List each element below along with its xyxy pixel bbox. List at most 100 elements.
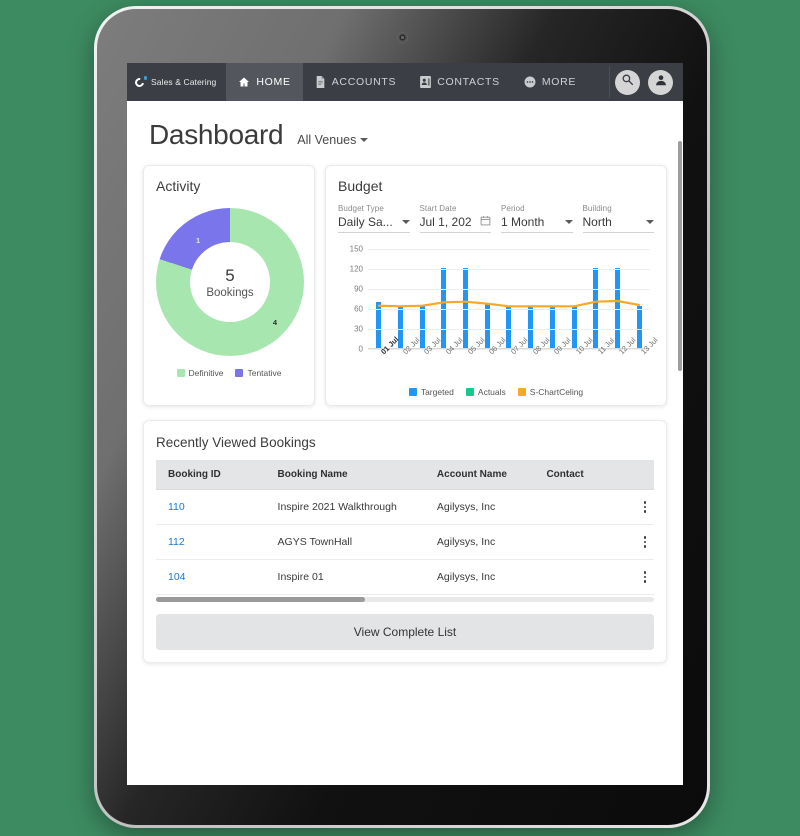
- chart-x-tick-cell: 08 Jul: [520, 336, 552, 369]
- chevron-down-icon: [564, 220, 573, 224]
- tablet-bezel: Sales & Catering HOME ACCOUNTS CONTACTS …: [97, 9, 707, 825]
- chart-x-tick-cell: 02 Jul: [390, 336, 422, 369]
- building-select[interactable]: North: [582, 215, 654, 233]
- building-filter: Building North: [582, 204, 654, 233]
- chart-x-tick-cell: 11 Jul: [585, 336, 616, 369]
- chart-gridline: [368, 329, 650, 330]
- budget-bar-chart: 0 30 60 90 120 150 01 Jul 02 Jul 03 Jul 04 Jul 05…: [338, 245, 660, 369]
- nav-item-home[interactable]: HOME: [226, 63, 303, 101]
- view-complete-list-button[interactable]: View Complete List: [156, 614, 654, 650]
- table-row[interactable]: 110 Inspire 2021 Walkthrough Agilysys, Inc: [156, 489, 654, 525]
- calendar-icon[interactable]: [480, 215, 491, 229]
- cell-actions: [624, 524, 654, 560]
- activity-card-title: Activity: [156, 178, 201, 194]
- chart-x-tick-cell: 01 Jul: [368, 335, 400, 369]
- more-circle-icon: [524, 76, 536, 88]
- bookings-table: Booking ID Booking Name Account Name Con…: [156, 460, 654, 595]
- cell-contact: [534, 489, 625, 525]
- chart-x-tick-cell: 13 Jul: [628, 336, 660, 369]
- column-header-account-name[interactable]: Account Name: [424, 460, 535, 490]
- column-header-booking-id[interactable]: Booking ID: [156, 460, 266, 490]
- cell-contact: [534, 524, 625, 560]
- start-date-value: Jul 1, 202: [419, 215, 472, 229]
- legend-item-definitive[interactable]: Definitive: [176, 368, 223, 378]
- page-scrollbar[interactable]: [678, 141, 682, 371]
- row-menu-icon[interactable]: [636, 571, 654, 583]
- chart-x-axis: 01 Jul 02 Jul 03 Jul 04 Jul 05 Jul 06 Jul 07 J…: [368, 335, 660, 369]
- budget-card: Budget Budget Type Daily Sa... Start Dat…: [325, 165, 667, 406]
- budget-filters: Budget Type Daily Sa... Start Date Jul 1…: [338, 204, 654, 233]
- contact-card-icon: [420, 76, 432, 88]
- nav-item-accounts-label: ACCOUNTS: [331, 76, 397, 88]
- nav-item-accounts[interactable]: ACCOUNTS: [303, 63, 409, 101]
- column-header-booking-name[interactable]: Booking Name: [265, 460, 425, 490]
- table-horizontal-scrollbar[interactable]: [156, 597, 654, 602]
- donut-center: 5 Bookings: [190, 242, 270, 322]
- chart-y-tick: 90: [354, 284, 363, 294]
- dashboard-cards-row: Activity 5 Bookings 1 4 Definitive Tenta…: [143, 165, 667, 406]
- cell-contact: [534, 559, 625, 595]
- app-logo[interactable]: Sales & Catering: [127, 63, 226, 101]
- period-select[interactable]: 1 Month: [501, 215, 573, 233]
- chart-legend-swatch: [408, 388, 417, 396]
- table-row[interactable]: 104 Inspire 01 Agilysys, Inc: [156, 559, 654, 595]
- row-menu-icon[interactable]: [636, 501, 654, 513]
- venue-filter-dropdown[interactable]: All Venues: [297, 133, 369, 147]
- start-date-input[interactable]: Jul 1, 202: [419, 215, 491, 233]
- chart-y-tick: 60: [354, 304, 363, 314]
- chevron-down-icon: [646, 220, 654, 224]
- page-title: Dashboard: [149, 119, 284, 150]
- chart-ceiling-line: [368, 249, 650, 349]
- chart-legend-label: S-ChartCeling: [529, 387, 584, 397]
- chart-gridline: [368, 289, 650, 290]
- table-row[interactable]: 112 AGYS TownHall Agilysys, Inc: [156, 524, 654, 560]
- chart-y-tick: 150: [349, 244, 363, 254]
- nav-item-more-label: MORE: [541, 76, 577, 88]
- nav-actions: [609, 63, 683, 101]
- cell-booking-name: Inspire 2021 Walkthrough: [265, 489, 425, 525]
- user-avatar-button[interactable]: [648, 69, 673, 95]
- chart-plot-area: 0 30 60 90 120 150: [350, 245, 650, 354]
- booking-id-link[interactable]: 110: [168, 501, 185, 513]
- chart-x-tick-cell: 05 Jul: [455, 336, 487, 369]
- search-button[interactable]: [615, 69, 640, 95]
- legend-swatch-definitive: [176, 369, 185, 377]
- chart-x-tick-cell: 12 Jul: [607, 336, 638, 369]
- activity-card: Activity 5 Bookings 1 4 Definitive Tenta…: [143, 165, 315, 406]
- row-menu-icon[interactable]: [636, 536, 654, 548]
- cell-booking-name: Inspire 01: [265, 559, 425, 595]
- column-header-contact[interactable]: Contact: [534, 460, 625, 490]
- nav-item-more[interactable]: MORE: [512, 63, 588, 101]
- cell-booking-id: 104: [156, 559, 266, 595]
- legend-item-tentative[interactable]: Tentative: [235, 368, 282, 378]
- chart-gridline: [368, 249, 650, 250]
- cell-account-name: Agilysys, Inc: [424, 524, 535, 560]
- recent-bookings-card: Recently Viewed Bookings Booking ID Book…: [143, 420, 667, 663]
- donut-slice-value-definitive: 4: [272, 318, 277, 327]
- budget-type-select[interactable]: Daily Sa...: [338, 215, 410, 233]
- brand-mark-icon: [133, 76, 147, 89]
- tablet-device-frame: Sales & Catering HOME ACCOUNTS CONTACTS …: [94, 6, 710, 828]
- chart-legend-swatch: [465, 388, 474, 396]
- chart-legend-item[interactable]: Targeted: [408, 387, 454, 397]
- budget-card-title: Budget: [338, 178, 383, 194]
- document-icon: [315, 76, 326, 88]
- screenshot-root: Sales & Catering HOME ACCOUNTS CONTACTS …: [0, 0, 800, 836]
- chart-legend-item[interactable]: Actuals: [465, 387, 506, 397]
- booking-id-link[interactable]: 112: [168, 536, 185, 548]
- chart-x-tick-cell: 09 Jul: [542, 336, 573, 369]
- chart-y-tick: 0: [358, 344, 363, 354]
- chart-legend-label: Targeted: [420, 387, 454, 397]
- user-avatar-icon: [654, 73, 668, 92]
- activity-donut-chart: 5 Bookings 1 4: [156, 208, 304, 356]
- chart-legend-swatch: [517, 388, 526, 396]
- building-value: North: [582, 215, 612, 229]
- activity-legend: Definitive Tentative: [156, 368, 302, 378]
- start-date-filter: Start Date Jul 1, 202: [419, 204, 491, 233]
- donut-center-label: Bookings: [206, 286, 254, 299]
- chart-legend-item[interactable]: S-ChartCeling: [517, 387, 584, 397]
- recent-bookings-title: Recently Viewed Bookings: [156, 435, 316, 450]
- booking-id-link[interactable]: 104: [168, 571, 186, 583]
- nav-item-contacts[interactable]: CONTACTS: [408, 63, 512, 101]
- donut-center-value: 5: [225, 265, 235, 285]
